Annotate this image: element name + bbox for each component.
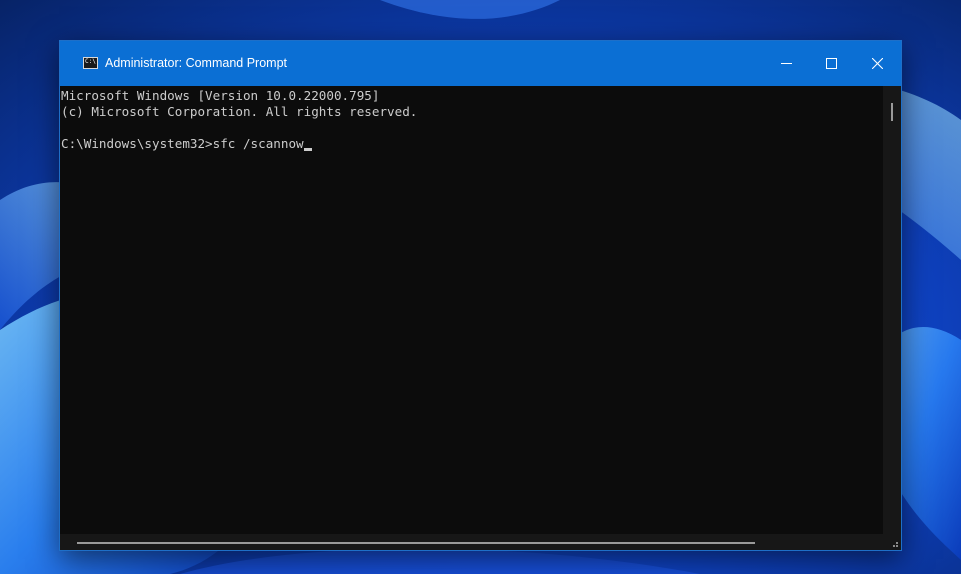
- vertical-scroll-thumb[interactable]: [891, 103, 893, 121]
- console-line: Microsoft Windows [Version 10.0.22000.79…: [61, 88, 380, 103]
- console-output[interactable]: Microsoft Windows [Version 10.0.22000.79…: [60, 86, 883, 534]
- minimize-button[interactable]: [764, 41, 810, 86]
- maximize-icon: [826, 58, 837, 69]
- prompt-command-text: C:\Windows\system32>sfc /scannow: [61, 136, 304, 151]
- title-bar[interactable]: C:\ Administrator: Command Prompt: [60, 41, 901, 86]
- resize-grip[interactable]: [883, 534, 901, 550]
- vertical-scrollbar[interactable]: [883, 86, 901, 534]
- horizontal-scroll-thumb[interactable]: [77, 542, 755, 544]
- resize-grip-icon: [893, 542, 898, 547]
- minimize-icon: [781, 63, 792, 64]
- horizontal-scrollbar[interactable]: [60, 534, 883, 550]
- text-cursor: [303, 148, 312, 151]
- cmd-icon: C:\: [83, 57, 98, 69]
- command-line[interactable]: C:\Windows\system32>sfc /scannow: [61, 136, 312, 152]
- close-icon: [872, 58, 883, 69]
- window-title: Administrator: Command Prompt: [105, 56, 288, 70]
- console-line: (c) Microsoft Corporation. All rights re…: [61, 104, 418, 119]
- close-button[interactable]: [855, 41, 901, 86]
- command-prompt-window: C:\ Administrator: Command Prompt Micros…: [59, 40, 902, 551]
- maximize-button[interactable]: [809, 41, 855, 86]
